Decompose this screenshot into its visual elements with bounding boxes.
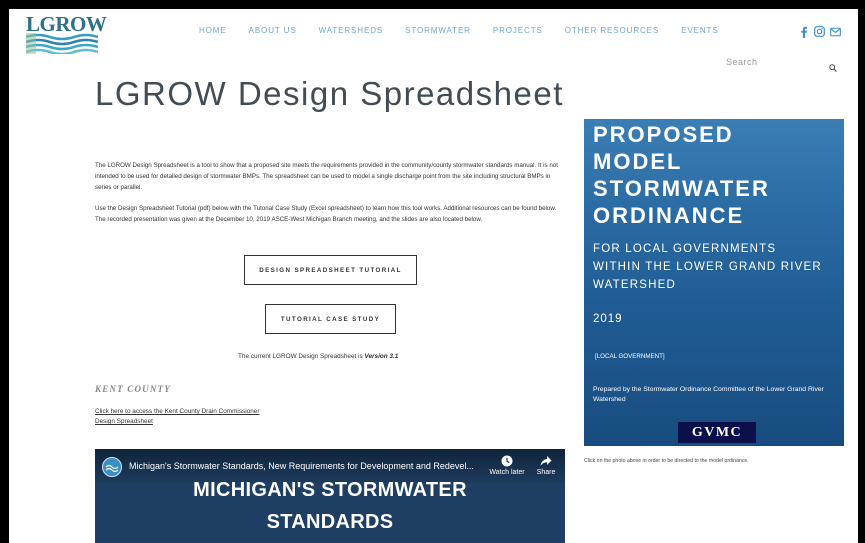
nav-stormwater[interactable]: STORMWATER	[405, 26, 471, 35]
search-input[interactable]	[726, 55, 821, 69]
ordinance-title-line4: ORDINANCE	[593, 203, 745, 228]
video-title[interactable]: Michigan's Stormwater Standards, New Req…	[129, 461, 474, 471]
ordinance-caption: Click on the photo above in order to be …	[584, 458, 749, 464]
ordinance-local-government: [LOCAL GOVERNMENT]	[595, 353, 665, 360]
kent-county-spreadsheet-link[interactable]: Click here to access the Kent County Dra…	[95, 407, 265, 427]
watch-later-label: Watch later	[489, 469, 525, 476]
gvmc-logo: GVMC	[678, 422, 756, 443]
email-icon[interactable]	[830, 26, 841, 37]
video-headline-line1: MICHIGAN'S STORMWATER	[193, 479, 467, 501]
share-label: Share	[536, 469, 556, 476]
browser-viewport: LGROW HOME ABOUT US WATERSHEDS STORMWATE…	[9, 9, 858, 543]
watch-later-button[interactable]: Watch later	[488, 455, 526, 476]
nav-events[interactable]: EVENTS	[681, 26, 718, 35]
clock-icon	[501, 455, 513, 467]
facebook-icon[interactable]	[798, 26, 809, 38]
ordinance-prepared-by: Prepared by the Stormwater Ordinance Com…	[593, 386, 824, 403]
ordinance-title-line1: PROPOSED	[593, 122, 734, 147]
share-arrow-icon	[540, 456, 552, 466]
lgrow-logo[interactable]: LGROW	[26, 14, 107, 54]
tutorial-paragraph: Use the Design Spreadsheet Tutorial (pdf…	[95, 205, 557, 223]
video-headline-line2: STANDARDS	[266, 511, 394, 533]
version-value: Version 3.1	[364, 353, 399, 360]
nav-about-us[interactable]: ABOUT US	[249, 26, 297, 35]
nav-other-resources[interactable]: OTHER RESOURCES	[565, 26, 659, 35]
design-spreadsheet-tutorial-button[interactable]: DESIGN SPREADSHEET TUTORIAL	[244, 255, 417, 285]
social-links	[798, 26, 841, 38]
tutorial-case-study-button[interactable]: TUTORIAL CASE STUDY	[265, 304, 396, 334]
ordinance-subtitle-line3: WATERSHED	[593, 279, 676, 291]
intro-paragraph: The LGROW Design Spreadsheet is a tool t…	[95, 162, 558, 191]
logo-text: LGROW	[26, 12, 107, 36]
ordinance-title-line2: MODEL	[593, 149, 683, 174]
model-ordinance-cover-image[interactable]: PROPOSED MODEL STORMWATER ORDINANCE FOR …	[584, 119, 844, 446]
youtube-video-embed[interactable]: Michigan's Stormwater Standards, New Req…	[95, 449, 565, 543]
version-line: The current LGROW Design Spreadsheet is …	[238, 353, 398, 360]
page-title: LGROW Design Spreadsheet	[95, 75, 564, 112]
main-nav: HOME ABOUT US WATERSHEDS STORMWATER PROJ…	[199, 26, 741, 35]
ordinance-title-line3: STORMWATER	[593, 176, 770, 201]
nav-watersheds[interactable]: WATERSHEDS	[319, 26, 384, 35]
search-bar	[726, 55, 838, 72]
channel-avatar[interactable]	[102, 457, 122, 477]
ordinance-year: 2019	[593, 313, 623, 325]
kent-county-heading: KENT COUNTY	[95, 384, 171, 394]
search-icon[interactable]	[829, 59, 837, 77]
logo-waves-icon	[26, 33, 98, 54]
nav-home[interactable]: HOME	[199, 26, 227, 35]
nav-projects[interactable]: PROJECTS	[493, 26, 543, 35]
version-prefix: The current LGROW Design Spreadsheet is	[238, 353, 365, 360]
ordinance-subtitle-line1: FOR LOCAL GOVERNMENTS	[593, 243, 777, 255]
ordinance-subtitle-line2: WITHIN THE LOWER GRAND RIVER	[593, 261, 822, 273]
instagram-icon[interactable]	[814, 26, 825, 37]
share-button[interactable]: Share	[532, 455, 560, 476]
